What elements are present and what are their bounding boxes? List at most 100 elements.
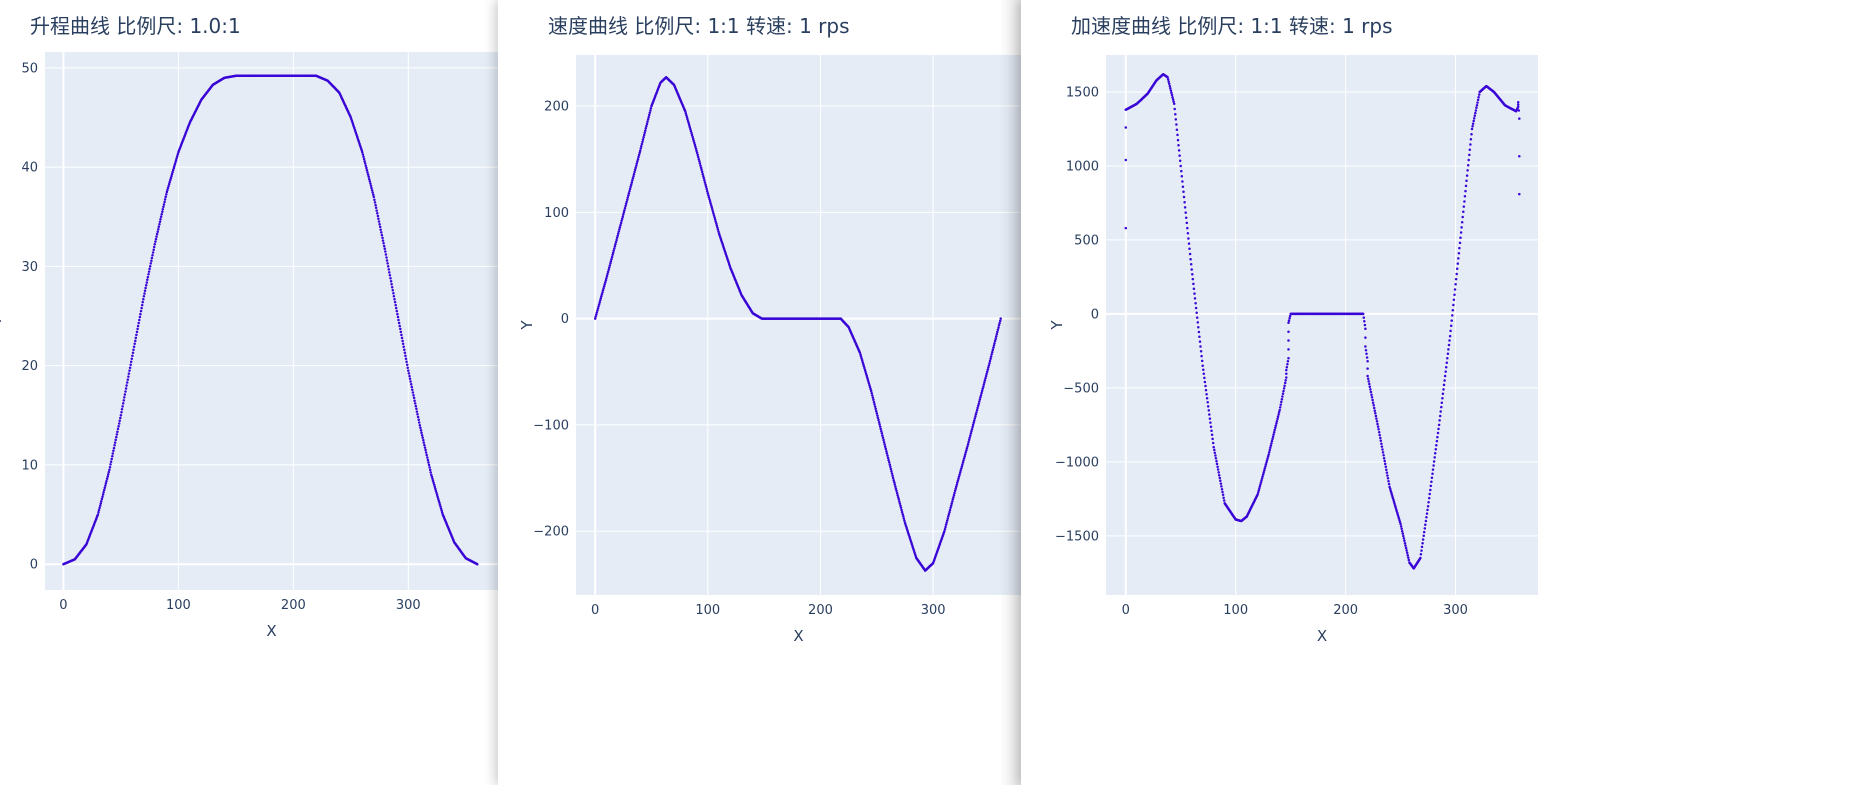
- plot-area: [45, 52, 498, 590]
- data-point: [1447, 348, 1450, 351]
- data-point: [623, 208, 626, 212]
- data-point: [1276, 417, 1279, 421]
- data-point: [989, 355, 993, 358]
- data-point: [1209, 425, 1213, 428]
- data-point: [633, 168, 637, 172]
- data-point: [105, 477, 109, 481]
- data-point: [1383, 462, 1387, 466]
- data-point: [1285, 372, 1288, 376]
- data-point: [115, 433, 119, 436]
- data-point: [642, 133, 646, 137]
- data-point: [991, 348, 995, 352]
- data-point: [976, 404, 980, 408]
- data-point: [116, 430, 119, 433]
- data-point: [885, 452, 889, 455]
- data-point: [1451, 314, 1454, 317]
- data-point: [410, 385, 414, 389]
- data-point: [1385, 471, 1389, 474]
- data-point: [124, 387, 128, 390]
- data-point: [616, 232, 620, 235]
- data-point: [1518, 155, 1521, 158]
- data-point: [1175, 123, 1178, 126]
- y-tick-label: 30: [21, 260, 38, 275]
- data-point: [1475, 106, 1478, 110]
- data-point: [135, 330, 139, 334]
- data-point: [609, 262, 612, 265]
- data-point: [393, 297, 396, 301]
- data-point: [871, 396, 875, 399]
- data-point: [620, 219, 623, 223]
- data-point: [421, 436, 424, 439]
- data-point: [988, 359, 992, 363]
- data-point: [623, 206, 627, 210]
- data-point: [980, 391, 983, 395]
- data-point: [373, 201, 377, 204]
- data-point: [1380, 445, 1384, 448]
- data-point: [1468, 148, 1472, 151]
- data-point: [1189, 257, 1192, 261]
- data-point: [1420, 545, 1424, 549]
- data-point: [633, 170, 636, 174]
- data-point: [415, 410, 419, 413]
- data-point: [102, 488, 106, 492]
- data-point: [979, 393, 983, 397]
- x-tick-label: 200: [281, 598, 306, 613]
- data-point: [703, 181, 707, 184]
- data-point: [1286, 359, 1290, 363]
- data-point: [877, 420, 881, 424]
- data-point: [1444, 365, 1448, 369]
- data-point: [98, 506, 101, 510]
- data-point: [407, 372, 411, 375]
- data-point: [698, 160, 701, 163]
- data-point: [1375, 420, 1379, 423]
- data-point: [649, 107, 653, 110]
- data-point: [1455, 267, 1459, 271]
- data-point: [423, 443, 426, 447]
- data-point: [362, 155, 365, 158]
- data-point: [365, 168, 369, 172]
- data-point: [953, 489, 957, 493]
- data-point: [125, 384, 128, 387]
- data-point: [375, 209, 378, 212]
- data-point: [396, 312, 399, 316]
- data-point: [1180, 175, 1184, 178]
- data-point: [881, 436, 885, 440]
- data-point: [891, 476, 895, 480]
- data-point: [107, 470, 111, 474]
- data-point: [1166, 75, 1169, 79]
- data-point: [127, 372, 131, 375]
- data-point: [1421, 541, 1424, 545]
- data-point: [1172, 100, 1175, 103]
- data-point: [1211, 441, 1215, 445]
- data-point: [1459, 236, 1462, 239]
- data-point: [123, 396, 126, 399]
- data-point: [143, 292, 146, 295]
- data-point: [1386, 477, 1390, 480]
- data-point: [108, 465, 112, 469]
- data-point: [1275, 419, 1279, 423]
- data-point: [1201, 364, 1204, 367]
- data-point: [982, 383, 986, 386]
- data-point: [1516, 105, 1520, 109]
- data-point: [1211, 437, 1214, 441]
- data-point: [969, 434, 972, 437]
- data-point: [887, 461, 891, 464]
- data-point: [703, 179, 706, 182]
- data-point: [616, 234, 619, 237]
- data-point: [1426, 504, 1430, 508]
- data-point: [1383, 459, 1386, 463]
- data-point: [1449, 329, 1452, 333]
- data-point: [627, 191, 631, 195]
- data-point: [138, 318, 141, 322]
- data-point: [129, 363, 132, 366]
- data-point: [1288, 314, 1292, 318]
- data-point: [1401, 532, 1405, 535]
- data-point: [374, 206, 378, 210]
- data-point: [1183, 206, 1187, 209]
- data-point: [425, 453, 428, 457]
- data-point: [384, 253, 388, 256]
- data-point: [951, 498, 955, 501]
- data-point: [695, 149, 698, 152]
- data-point: [617, 230, 621, 233]
- data-point: [619, 221, 623, 225]
